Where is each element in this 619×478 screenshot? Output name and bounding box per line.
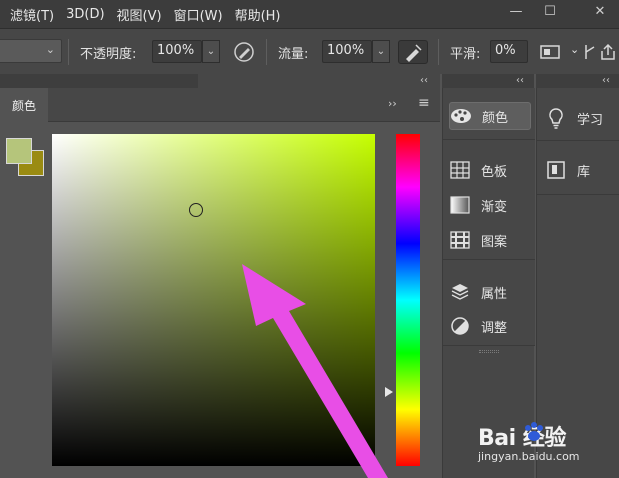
dock-item-label: 颜色 <box>482 110 509 126</box>
dock-item-label: 色板 <box>481 164 508 180</box>
dock-grip[interactable] <box>479 350 499 353</box>
menu-help[interactable]: 帮助(H) <box>229 5 287 24</box>
dock-item-label: 调整 <box>481 320 508 336</box>
angle-glyph <box>585 45 595 59</box>
dock-item-properties[interactable]: 属性 <box>449 278 531 306</box>
dock-item-swatches[interactable]: 色板 <box>449 156 531 184</box>
divider <box>537 194 619 195</box>
divider <box>266 39 267 65</box>
dock-section-properties: 属性 调整 <box>443 260 535 346</box>
menu-window[interactable]: 窗口(W) <box>168 5 229 24</box>
dock-item-label: 库 <box>577 164 591 180</box>
dock-item-learn[interactable]: 学习 <box>545 100 619 136</box>
library-icon <box>545 159 567 181</box>
airbrush-icon <box>406 44 422 62</box>
tab-color[interactable]: 颜色 <box>0 88 48 122</box>
expand-panel-button[interactable]: ›› <box>388 97 397 110</box>
divider <box>537 140 619 141</box>
dock-item-libraries[interactable]: 库 <box>545 152 619 188</box>
menu-filter[interactable]: 滤镜(T) <box>0 5 60 24</box>
dock-section-swatches: 色板 渐变 图案 <box>443 140 535 260</box>
flow-field[interactable]: 100% <box>322 40 372 63</box>
pressure-opacity-icon[interactable] <box>232 40 256 64</box>
dock-collapse-strip: ‹‹ <box>442 74 534 88</box>
airbrush-toggle[interactable] <box>398 40 428 64</box>
maximize-button[interactable]: ☐ <box>532 0 568 22</box>
brush-pressure-icon <box>234 42 254 62</box>
foreground-color-swatch[interactable] <box>6 138 32 164</box>
watermark: Bai 经验 jingyan.baidu.com <box>478 414 618 478</box>
collapse-right-dock-button[interactable]: ‹‹ <box>602 74 610 88</box>
angle-icon[interactable] <box>580 40 600 64</box>
menu-view[interactable]: 视图(V) <box>111 5 168 24</box>
dock-item-label: 学习 <box>577 112 604 128</box>
dock-section-color: 颜色 <box>443 88 535 140</box>
smoothing-label: 平滑: <box>450 47 481 62</box>
collapse-panel-button[interactable]: ‹‹ <box>420 74 428 88</box>
flow-label: 流量: <box>278 47 309 62</box>
saturation-brightness-field[interactable] <box>52 134 375 466</box>
opacity-field[interactable]: 100% <box>152 40 202 63</box>
panel-collapse-strip: ‹‹ <box>0 74 440 88</box>
properties-icon <box>449 282 471 302</box>
paw-icon <box>525 422 543 441</box>
tool-preset-select[interactable]: ⌄ <box>0 39 62 63</box>
dock-item-label: 图案 <box>481 234 508 250</box>
dock-item-label: 渐变 <box>481 199 508 215</box>
right-dock-collapse-strip: ‹‹ <box>536 74 619 88</box>
watermark-url: jingyan.baidu.com <box>478 450 580 463</box>
gradient-icon <box>449 195 471 215</box>
options-bar: ⌄ 不透明度: 100% ⌄ 流量: 100% ⌄ 平滑: 0% ⌄ <box>0 28 619 74</box>
collapse-strip-shade <box>198 74 440 88</box>
divider <box>438 39 439 65</box>
chevron-down-icon[interactable]: ⌄ <box>570 43 579 56</box>
upload-glyph <box>601 43 615 60</box>
panel-tab-bar: 颜色 ›› ≡ <box>0 88 440 122</box>
opacity-dropdown[interactable]: ⌄ <box>202 40 220 63</box>
swatches-grid-icon <box>449 160 471 180</box>
dock-item-adjustments[interactable]: 调整 <box>449 312 531 340</box>
adjustments-icon <box>449 316 471 336</box>
hue-slider[interactable] <box>396 134 420 466</box>
divider <box>68 39 69 65</box>
dock-item-patterns[interactable]: 图案 <box>449 226 531 254</box>
chevron-down-icon: ⌄ <box>45 43 55 56</box>
palette-icon <box>450 106 472 126</box>
share-icon[interactable] <box>598 40 618 64</box>
pattern-icon <box>449 230 471 250</box>
color-picker-ring[interactable] <box>189 203 203 217</box>
settings-box-icon <box>540 45 560 59</box>
minimize-button[interactable]: — <box>498 0 534 22</box>
opacity-label: 不透明度: <box>80 47 137 62</box>
smoothing-field[interactable]: 0% <box>490 40 528 63</box>
panel-menu-icon[interactable]: ≡ <box>418 95 430 111</box>
flow-dropdown[interactable]: ⌄ <box>372 40 390 63</box>
menu-3d[interactable]: 3D(D) <box>60 7 110 22</box>
lightbulb-icon <box>545 107 567 129</box>
dock-item-color[interactable]: 颜色 <box>449 102 531 130</box>
hue-slider-marker[interactable] <box>385 387 393 397</box>
color-panel: 颜色 ›› ≡ <box>0 88 440 478</box>
collapse-dock-button[interactable]: ‹‹ <box>516 74 524 88</box>
dock-item-label: 属性 <box>481 286 508 302</box>
close-button[interactable]: ✕ <box>582 0 618 22</box>
dock-item-gradients[interactable]: 渐变 <box>449 191 531 219</box>
smoothing-options-button[interactable] <box>538 40 562 64</box>
